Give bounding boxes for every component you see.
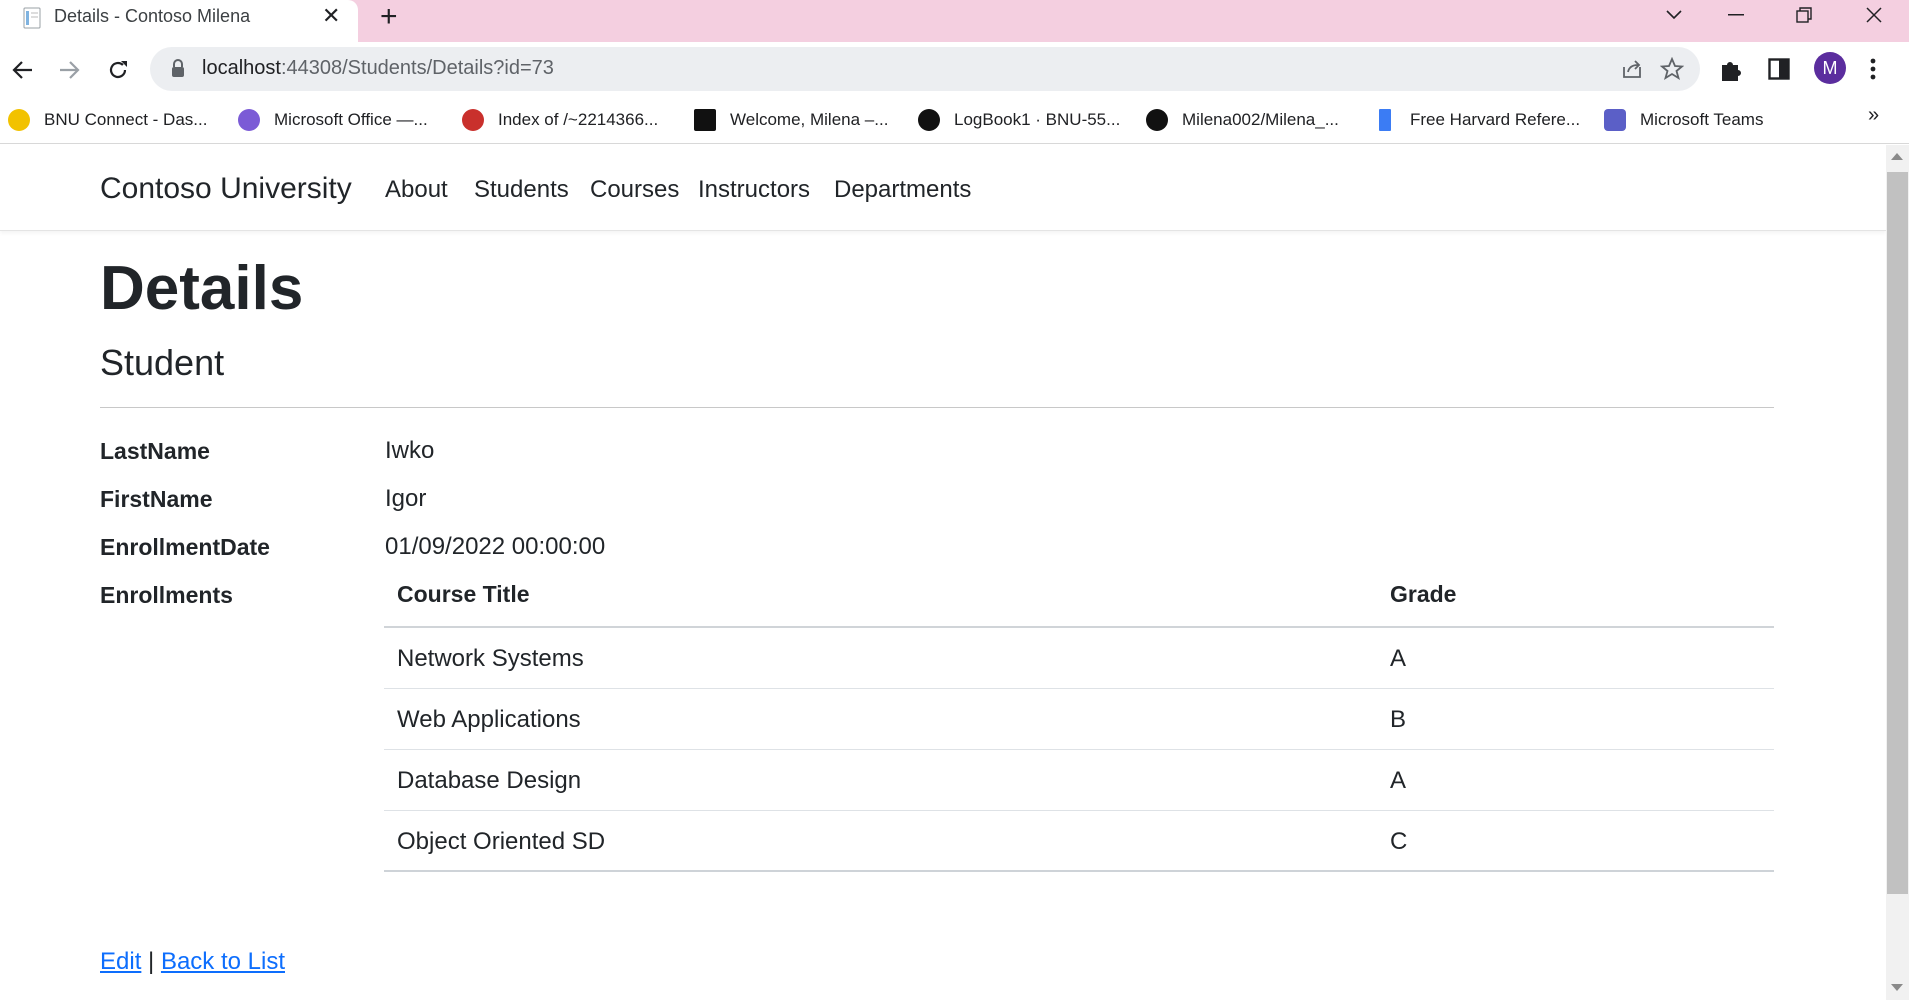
extensions-puzzle-icon[interactable] — [1718, 57, 1744, 83]
field-label-firstname: FirstName — [100, 486, 213, 512]
nav-link-about[interactable]: About — [385, 176, 448, 204]
share-icon[interactable] — [1620, 57, 1644, 81]
field-value-enrollmentdate: 01/09/2022 00:00:00 — [385, 533, 606, 560]
course-title-cell: Web Applications — [397, 706, 581, 733]
action-links: Edit | Back to List — [100, 948, 285, 976]
field-label-lastname: LastName — [100, 438, 210, 464]
back-arrow-icon[interactable] — [8, 56, 36, 84]
bookmark-label: Milena002/Milena_... — [1182, 110, 1339, 129]
field-label-enrollmentdate: EnrollmentDate — [100, 534, 270, 560]
bookmark-item[interactable]: Microsoft Teams — [1604, 106, 1763, 134]
table-row: Object Oriented SD C — [384, 811, 1774, 872]
table-row: Web Applications B — [384, 689, 1774, 750]
link-separator: | — [148, 948, 155, 975]
divider — [100, 407, 1774, 408]
field-value-lastname: Iwko — [385, 437, 435, 464]
table-row: Network Systems A — [384, 628, 1774, 689]
browser-tab[interactable]: Details - Contoso Milena ✕ — [0, 0, 358, 42]
site-brand[interactable]: Contoso University — [100, 172, 352, 206]
column-header-course-title: Course Title — [397, 581, 530, 607]
close-window-icon[interactable] — [1854, 0, 1894, 30]
bookmark-item[interactable]: LogBook1 · BNU-55... — [918, 106, 1120, 134]
bookmark-label: Microsoft Office —... — [274, 110, 428, 129]
bookmark-label: Welcome, Milena –... — [730, 110, 889, 129]
back-to-list-link[interactable]: Back to List — [161, 948, 285, 975]
side-panel-icon[interactable] — [1768, 58, 1790, 80]
grade-cell: A — [1390, 767, 1407, 794]
field-value-firstname: Igor — [385, 485, 427, 512]
course-title-cell: Database Design — [397, 767, 582, 794]
field-label-enrollments: Enrollments — [100, 582, 233, 608]
github-icon — [918, 109, 940, 131]
site-navbar: Contoso University About Students Course… — [0, 145, 1886, 231]
course-title-cell: Object Oriented SD — [397, 828, 606, 855]
url-text: localhost:44308/Students/Details?id=73 — [202, 57, 554, 80]
bookmark-label: Free Harvard Refere... — [1410, 110, 1581, 129]
bookmark-label: LogBook1 · BNU-55... — [954, 110, 1121, 129]
star-bookmark-icon[interactable] — [1660, 57, 1684, 81]
profile-avatar[interactable]: M — [1814, 52, 1846, 84]
course-title-cell: Network Systems — [397, 645, 584, 672]
edit-link[interactable]: Edit — [100, 948, 141, 975]
bookmark-item[interactable]: Milena002/Milena_... — [1146, 106, 1339, 134]
reload-icon[interactable] — [104, 56, 132, 84]
url-path: :44308/Students/Details?id=73 — [280, 57, 554, 79]
tab-search-icon[interactable] — [1654, 0, 1694, 30]
lock-icon[interactable] — [170, 58, 186, 78]
scroll-up-arrow-icon[interactable] — [1891, 153, 1903, 160]
column-header-grade: Grade — [1390, 581, 1457, 607]
tab-title: Details - Contoso Milena — [54, 6, 251, 26]
tab-strip: Details - Contoso Milena ✕ + — [0, 0, 1909, 42]
bookmark-item[interactable]: BNU Connect - Das... — [8, 106, 207, 134]
bookmarks-bar: BNU Connect - Das... Microsoft Office —.… — [0, 98, 1909, 144]
page-viewport: Contoso University About Students Course… — [0, 145, 1886, 1000]
grade-cell: A — [1390, 645, 1407, 672]
bookmark-item[interactable]: Microsoft Office —... — [238, 106, 428, 134]
bookmark-label: BNU Connect - Das... — [44, 110, 208, 129]
nav-link-students[interactable]: Students — [474, 176, 569, 204]
bookmark-label: Microsoft Teams — [1640, 110, 1764, 129]
grade-cell: C — [1390, 828, 1408, 855]
teams-icon — [1604, 109, 1626, 131]
bookmark-item[interactable]: Index of /~2214366... — [462, 106, 658, 134]
nav-link-departments[interactable]: Departments — [834, 176, 971, 204]
bookmark-item[interactable]: Free Harvard Refere... — [1374, 106, 1580, 134]
github-icon — [1146, 109, 1168, 131]
bookmark-label: Index of /~2214366... — [498, 110, 659, 129]
bookmark-item[interactable]: Welcome, Milena –... — [694, 106, 888, 134]
scrollbar-thumb[interactable] — [1887, 172, 1908, 894]
address-bar[interactable]: localhost:44308/Students/Details?id=73 — [150, 47, 1700, 91]
more-bookmarks-chevron-icon[interactable]: » — [1868, 104, 1879, 127]
nav-link-instructors[interactable]: Instructors — [698, 176, 810, 204]
page-title: Details — [100, 254, 304, 323]
browser-toolbar: localhost:44308/Students/Details?id=73 M — [0, 42, 1909, 98]
scroll-down-arrow-icon[interactable] — [1891, 984, 1903, 991]
grade-cell: B — [1390, 706, 1407, 733]
office-icon — [238, 109, 260, 131]
page-subtitle: Student — [100, 342, 225, 383]
new-tab-icon[interactable]: + — [380, 2, 398, 32]
close-tab-icon[interactable]: ✕ — [322, 5, 340, 27]
table-row: Database Design A — [384, 750, 1774, 811]
nav-link-courses[interactable]: Courses — [590, 176, 679, 204]
forward-arrow-icon[interactable] — [56, 56, 84, 84]
bnu-icon — [8, 109, 30, 131]
url-host: localhost — [202, 57, 281, 79]
more-menu-icon[interactable] — [1870, 58, 1876, 80]
restore-icon[interactable] — [1784, 0, 1824, 30]
minimize-icon[interactable] — [1716, 0, 1756, 30]
page-favicon-icon — [23, 7, 41, 29]
blackboard-icon — [694, 109, 716, 131]
chrome-like-icon — [462, 109, 484, 131]
bookmark-icon — [1379, 109, 1391, 131]
